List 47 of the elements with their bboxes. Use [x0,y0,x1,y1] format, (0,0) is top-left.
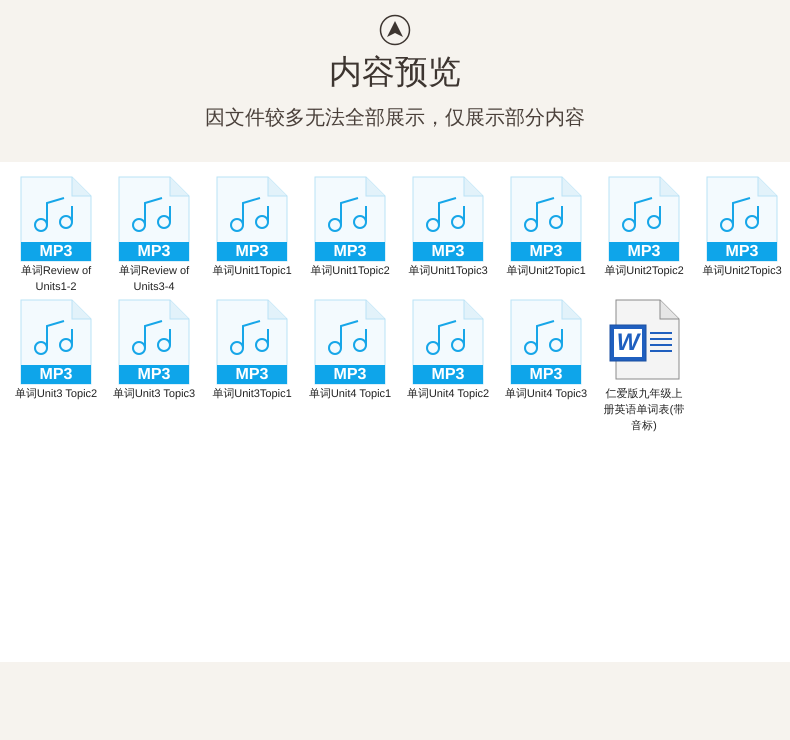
file-type-label: MP3 [38,243,74,260]
arrow-up-circle-icon [379,14,411,46]
file-type-label: MP3 [332,366,368,383]
music-file-icon [216,299,288,385]
music-file-icon [118,176,190,262]
file-name: 单词Unit1Topic3 [407,264,489,279]
music-file-icon [20,299,92,385]
music-file-icon [412,176,484,262]
file-name: 单词Review of Units3-4 [118,264,190,295]
file-name: 单词Unit3Topic1 [211,387,293,402]
file-name: 单词Unit4 Topic2 [406,387,490,402]
file-name: 单词Review of Units1-2 [20,264,92,295]
file-name: 单词Unit3 Topic3 [112,387,196,402]
file-type-label: MP3 [332,243,368,260]
file-type-label: MP3 [430,366,466,383]
file-name: 单词Unit1Topic1 [211,264,293,279]
file-type-label: MP3 [136,243,172,260]
music-file-icon [216,176,288,262]
music-file-icon [314,176,386,262]
page-subtitle: 因文件较多无法全部展示，仅展示部分内容 [205,104,585,130]
music-file-icon [412,299,484,385]
file-type-label: MP3 [724,243,760,260]
file-name: 仁爱版九年级上册英语单词表(带音标) [602,387,686,434]
file-type-label: MP3 [528,243,564,260]
file-name: 单词Unit2Topic2 [603,264,685,279]
file-type-label: MP3 [136,366,172,383]
music-file-icon [118,299,190,385]
file-type-label: MP3 [38,366,74,383]
page-title: 内容预览 [329,52,461,92]
file-type-label: MP3 [626,243,662,260]
file-type-label: MP3 [528,366,564,383]
file-name: 单词Unit2Topic1 [505,264,587,279]
music-file-icon [510,299,582,385]
music-file-icon [706,176,778,262]
file-type-label: MP3 [234,366,270,383]
file-name: 单词Unit3 Topic2 [14,387,98,402]
music-file-icon [20,176,92,262]
file-type-label: MP3 [430,243,466,260]
file-name: 单词Unit2Topic3 [701,264,783,279]
file-name: 单词Unit4 Topic1 [308,387,392,402]
music-file-icon [314,299,386,385]
file-name: 单词Unit1Topic2 [309,264,391,279]
file-name: 单词Unit4 Topic3 [504,387,588,402]
music-file-icon [608,176,680,262]
music-file-icon [510,176,582,262]
document-logo-letter: W [616,329,640,357]
file-type-label: MP3 [234,243,270,260]
